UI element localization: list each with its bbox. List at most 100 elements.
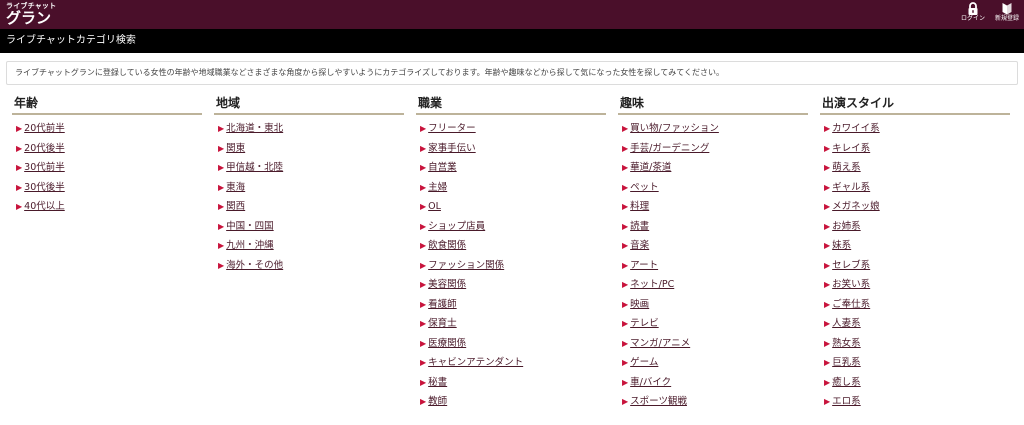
category-link[interactable]: マンガ/アニメ xyxy=(630,338,690,349)
category-link[interactable]: 主婦 xyxy=(428,182,447,193)
category-link[interactable]: 手芸/ガーデニング xyxy=(630,143,709,154)
category-link[interactable]: ご奉仕系 xyxy=(832,299,870,310)
category-item: ▶ 看護師 xyxy=(416,295,606,315)
arrow-right-icon: ▶ xyxy=(622,280,629,289)
category-link[interactable]: カワイイ系 xyxy=(832,123,880,134)
category-item: ▶ 車/バイク xyxy=(618,373,808,393)
arrow-right-icon: ▶ xyxy=(622,377,629,387)
category-column-occupation: 職業 ▶ フリーター ▶ 家事手伝い ▶ 自営業 ▶ 主婦 ▶ OL ▶ ショップ店員 ▶ 飲食関係 ▶ ファッ… xyxy=(416,95,606,412)
category-item: ▶ お笑い系 xyxy=(820,275,1010,295)
arrow-right-icon: ▶ xyxy=(824,182,831,192)
category-item: ▶ 華道/茶道 xyxy=(618,158,808,178)
arrow-right-icon: ▶ xyxy=(622,143,629,153)
category-link[interactable]: 教師 xyxy=(428,396,447,407)
category-link[interactable]: 妹系 xyxy=(832,240,851,251)
site-logo[interactable]: ライブチャット グラン xyxy=(6,2,56,26)
category-link[interactable]: 映画 xyxy=(630,299,649,310)
category-link[interactable]: スポーツ観戦 xyxy=(630,396,687,407)
category-link[interactable]: 料理 xyxy=(630,201,649,212)
category-link[interactable]: キャビンアテンダント xyxy=(428,357,523,368)
category-link[interactable]: テレビ xyxy=(630,318,659,329)
category-link[interactable]: メガネッ娘 xyxy=(832,201,880,212)
category-link[interactable]: 買い物/ファッション xyxy=(630,123,719,134)
category-heading: 年齢 xyxy=(12,95,202,115)
category-link[interactable]: アート xyxy=(630,260,658,271)
arrow-right-icon: ▶ xyxy=(420,163,427,172)
category-link[interactable]: 海外・その他 xyxy=(226,260,283,271)
category-link[interactable]: 華道/茶道 xyxy=(630,162,671,173)
arrow-right-icon: ▶ xyxy=(824,377,831,387)
category-link[interactable]: 20代後半 xyxy=(24,143,65,154)
category-item: ▶ マンガ/アニメ xyxy=(618,334,808,354)
category-link[interactable]: 東海 xyxy=(226,182,245,193)
category-link[interactable]: 九州・沖縄 xyxy=(226,240,274,251)
category-column-region: 地域 ▶ 北海道・東北 ▶ 関東 ▶ 甲信越・北陸 ▶ 東海 ▶ 関西 ▶ 中国・四国 ▶ 九州・沖縄 ▶ 海外… xyxy=(214,95,404,275)
arrow-right-icon: ▶ xyxy=(420,280,427,289)
category-link[interactable]: 家事手伝い xyxy=(428,143,476,154)
category-link[interactable]: 熟女系 xyxy=(832,338,861,349)
login-button[interactable]: ログイン xyxy=(960,2,986,23)
category-item: ▶ 保育士 xyxy=(416,314,606,334)
category-link[interactable]: 医療関係 xyxy=(428,338,466,349)
category-link[interactable]: 40代以上 xyxy=(24,201,65,212)
arrow-right-icon: ▶ xyxy=(218,182,225,192)
category-item: ▶ OL xyxy=(416,197,606,217)
arrow-right-icon: ▶ xyxy=(824,163,831,172)
category-link[interactable]: 秘書 xyxy=(428,377,447,388)
category-link[interactable]: 萌え系 xyxy=(832,162,861,173)
arrow-right-icon: ▶ xyxy=(218,221,225,231)
arrow-right-icon: ▶ xyxy=(218,241,225,250)
category-item: ▶ 医療関係 xyxy=(416,334,606,354)
category-link[interactable]: 看護師 xyxy=(428,299,457,310)
category-link[interactable]: キレイ系 xyxy=(832,143,870,154)
category-link[interactable]: 中国・四国 xyxy=(226,221,274,232)
category-item: ▶ 秘書 xyxy=(416,373,606,393)
category-link[interactable]: 美容関係 xyxy=(428,279,466,290)
category-item: ▶ 自営業 xyxy=(416,158,606,178)
category-item: ▶ スポーツ観戦 xyxy=(618,392,808,412)
arrow-right-icon: ▶ xyxy=(420,241,427,250)
category-link[interactable]: ショップ店員 xyxy=(428,221,485,232)
category-item: ▶ キャビンアテンダント xyxy=(416,353,606,373)
category-link[interactable]: 甲信越・北陸 xyxy=(226,162,283,173)
category-link[interactable]: お姉系 xyxy=(832,221,861,232)
category-link[interactable]: セレブ系 xyxy=(832,260,870,271)
category-list: ▶ 20代前半 ▶ 20代後半 ▶ 30代前半 ▶ 30代後半 ▶ 40代以上 xyxy=(12,115,202,217)
category-link[interactable]: 自営業 xyxy=(428,162,457,173)
category-link[interactable]: お笑い系 xyxy=(832,279,870,290)
category-link[interactable]: ネット/PC xyxy=(630,279,674,290)
arrow-right-icon: ▶ xyxy=(16,182,23,192)
category-link[interactable]: ギャル系 xyxy=(832,182,870,193)
category-link[interactable]: 音楽 xyxy=(630,240,649,251)
category-link[interactable]: フリーター xyxy=(428,123,476,134)
category-item: ▶ 教師 xyxy=(416,392,606,412)
category-link[interactable]: 30代後半 xyxy=(24,182,65,193)
category-link[interactable]: 車/バイク xyxy=(630,377,671,388)
category-link[interactable]: 巨乳系 xyxy=(832,357,861,368)
category-link[interactable]: 30代前半 xyxy=(24,162,65,173)
category-link[interactable]: 関西 xyxy=(226,201,245,212)
category-link[interactable]: 人妻系 xyxy=(832,318,861,329)
category-link[interactable]: ファッション関係 xyxy=(428,260,504,271)
arrow-right-icon: ▶ xyxy=(824,397,831,406)
category-link[interactable]: 読書 xyxy=(630,221,649,232)
category-link[interactable]: OL xyxy=(428,201,441,212)
category-item: ▶ 料理 xyxy=(618,197,808,217)
register-button[interactable]: 新規登録 xyxy=(994,2,1020,23)
category-item: ▶ 手芸/ガーデニング xyxy=(618,139,808,159)
category-item: ▶ 30代前半 xyxy=(12,158,202,178)
category-link[interactable]: ペット xyxy=(630,182,659,193)
category-link[interactable]: 関東 xyxy=(226,143,245,154)
category-link[interactable]: 飲食関係 xyxy=(428,240,466,251)
category-link[interactable]: ゲーム xyxy=(630,357,658,368)
category-link[interactable]: エロ系 xyxy=(832,396,861,407)
category-link[interactable]: 癒し系 xyxy=(832,377,861,388)
arrow-right-icon: ▶ xyxy=(420,377,427,387)
category-link[interactable]: 北海道・東北 xyxy=(226,123,283,134)
category-link[interactable]: 保育士 xyxy=(428,318,457,329)
category-link[interactable]: 20代前半 xyxy=(24,123,65,134)
category-item: ▶ 熟女系 xyxy=(820,334,1010,354)
arrow-right-icon: ▶ xyxy=(824,221,831,231)
arrow-right-icon: ▶ xyxy=(824,143,831,153)
arrow-right-icon: ▶ xyxy=(622,241,629,250)
